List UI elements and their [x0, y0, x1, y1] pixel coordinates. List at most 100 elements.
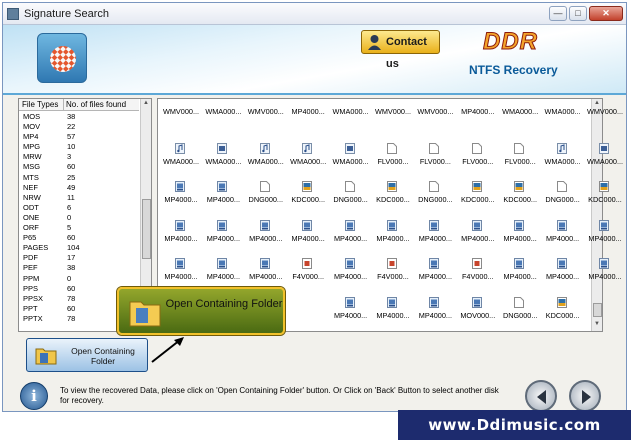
list-item[interactable]: MP4 57	[19, 132, 139, 142]
file-item[interactable]: FLV000...	[414, 140, 456, 180]
file-name: WMA000...	[162, 156, 200, 166]
list-item[interactable]: MOV 22	[19, 122, 139, 132]
file-item[interactable]: WMA000...	[202, 140, 244, 180]
list-item[interactable]: ONE 0	[19, 213, 139, 223]
file-item[interactable]: MP4000...	[372, 294, 414, 334]
file-item[interactable]: KDC000...	[542, 294, 584, 334]
file-item[interactable]: WMA000...	[160, 140, 202, 180]
file-item[interactable]: KDC000...	[457, 178, 499, 218]
file-item[interactable]: MP4000...	[160, 217, 202, 257]
list-item[interactable]: ORF 5	[19, 223, 139, 233]
file-item[interactable]: MP4000...	[584, 217, 626, 257]
list-item[interactable]: PPM 0	[19, 274, 139, 284]
file-item[interactable]: DNG000...	[330, 178, 372, 218]
list-item[interactable]: MSG 60	[19, 162, 139, 172]
file-item[interactable]: KDC000...	[499, 178, 541, 218]
file-item[interactable]: WMV000...	[160, 101, 202, 141]
file-item[interactable]: F4V000...	[372, 255, 414, 295]
list-item[interactable]: PAGES 104	[19, 243, 139, 253]
scroll-up-icon[interactable]: ▲	[143, 100, 149, 106]
back-button[interactable]	[525, 380, 557, 412]
file-item[interactable]: WMA000...	[330, 140, 372, 180]
file-item[interactable]: DNG000...	[542, 178, 584, 218]
file-item[interactable]: MP4000...	[414, 255, 456, 295]
file-name: DNG000...	[333, 195, 368, 204]
file-name: WMA000...	[290, 156, 327, 166]
list-item[interactable]: NRW 11	[19, 193, 139, 203]
file-item[interactable]: MP4000...	[202, 217, 244, 257]
brand-logo: DDR	[483, 28, 538, 56]
list-item[interactable]: PDF 17	[19, 253, 139, 263]
file-item[interactable]: F4V000...	[287, 255, 329, 295]
file-item[interactable]: FLV000...	[372, 140, 414, 180]
file-item[interactable]: MP4000...	[245, 217, 287, 257]
column-file-types[interactable]: File Types	[22, 100, 58, 109]
file-name: WMA000...	[247, 156, 284, 166]
file-item[interactable]: WMA000...	[542, 140, 584, 180]
file-item[interactable]: MP4000...	[287, 217, 329, 257]
file-item[interactable]: MP4000...	[457, 217, 499, 257]
file-item[interactable]: DNG000...	[245, 178, 287, 218]
list-item[interactable]: P65 60	[19, 233, 139, 243]
file-item[interactable]: MP4000...	[499, 217, 541, 257]
file-item[interactable]: KDC000...	[584, 178, 626, 218]
file-item[interactable]: WMA000...	[499, 101, 541, 141]
file-item[interactable]: FLV000...	[457, 140, 499, 180]
title-bar: Signature Search — □ ✕	[3, 3, 626, 25]
file-item[interactable]: MP4000...	[287, 101, 329, 141]
file-item[interactable]: MP4000...	[330, 255, 372, 295]
list-item[interactable]: MPG 10	[19, 142, 139, 152]
list-item[interactable]: MTS 25	[19, 173, 139, 183]
scrollbar-thumb[interactable]	[593, 303, 602, 317]
file-item[interactable]: MP4000...	[330, 217, 372, 257]
list-item[interactable]: ODT 6	[19, 203, 139, 213]
file-item[interactable]: MP4000...	[542, 217, 584, 257]
close-button[interactable]: ✕	[589, 6, 623, 21]
file-item[interactable]: DNG000...	[499, 294, 541, 334]
file-item[interactable]: MP4000...	[584, 255, 626, 295]
file-item[interactable]: WMA000...	[287, 140, 329, 180]
list-item[interactable]: NEF 49	[19, 183, 139, 193]
list-item[interactable]: MRW 3	[19, 152, 139, 162]
file-type-name: PPM	[23, 273, 40, 283]
open-containing-folder-button[interactable]: Open Containing Folder	[26, 338, 148, 372]
file-item[interactable]: MOV000...	[457, 294, 499, 334]
file-item[interactable]: WMV000...	[372, 101, 414, 141]
minimize-button[interactable]: —	[549, 6, 567, 21]
file-item[interactable]: F4V000...	[457, 255, 499, 295]
file-item[interactable]: DNG000...	[414, 178, 456, 218]
file-item[interactable]: MP4000...	[457, 101, 499, 141]
file-name: MP4000...	[418, 310, 453, 320]
file-item[interactable]: WMA000...	[584, 140, 626, 180]
maximize-button[interactable]: □	[569, 6, 587, 21]
file-item[interactable]: WMA000...	[202, 101, 244, 141]
file-item[interactable]: WMA000...	[542, 101, 584, 141]
list-item[interactable]: MOS 38	[19, 112, 139, 122]
file-item[interactable]: FLV000...	[499, 140, 541, 180]
file-item[interactable]: KDC000...	[372, 178, 414, 218]
file-item[interactable]: MP4000...	[414, 217, 456, 257]
file-item[interactable]: MP4000...	[542, 255, 584, 295]
column-files-found[interactable]: No. of files found	[66, 100, 126, 109]
file-item[interactable]: WMV000...	[584, 101, 626, 141]
file-type-name: NEF	[23, 182, 38, 192]
contact-us-button[interactable]: Contact us	[361, 30, 440, 70]
file-item[interactable]: MP4000...	[414, 294, 456, 334]
app-header: Contact us DDR NTFS Recovery	[3, 25, 626, 95]
scroll-down-icon[interactable]: ▼	[594, 321, 600, 327]
video-file-icon	[217, 142, 228, 154]
file-item[interactable]: MP4000...	[160, 178, 202, 218]
scrollbar-thumb[interactable]	[142, 199, 151, 259]
next-button[interactable]	[569, 380, 601, 412]
file-item[interactable]: WMA000...	[330, 101, 372, 141]
file-item[interactable]: KDC000...	[287, 178, 329, 218]
file-item[interactable]: WMV000...	[245, 101, 287, 141]
file-item[interactable]: MP4000...	[499, 255, 541, 295]
file-item[interactable]: MP4000...	[372, 217, 414, 257]
file-item[interactable]: WMA000...	[245, 140, 287, 180]
list-item[interactable]: PEF 38	[19, 263, 139, 273]
file-item[interactable]: MP4000...	[202, 178, 244, 218]
info-icon: i	[20, 382, 48, 410]
file-item[interactable]: WMV000...	[414, 101, 456, 141]
file-item[interactable]: MP4000...	[330, 294, 372, 334]
